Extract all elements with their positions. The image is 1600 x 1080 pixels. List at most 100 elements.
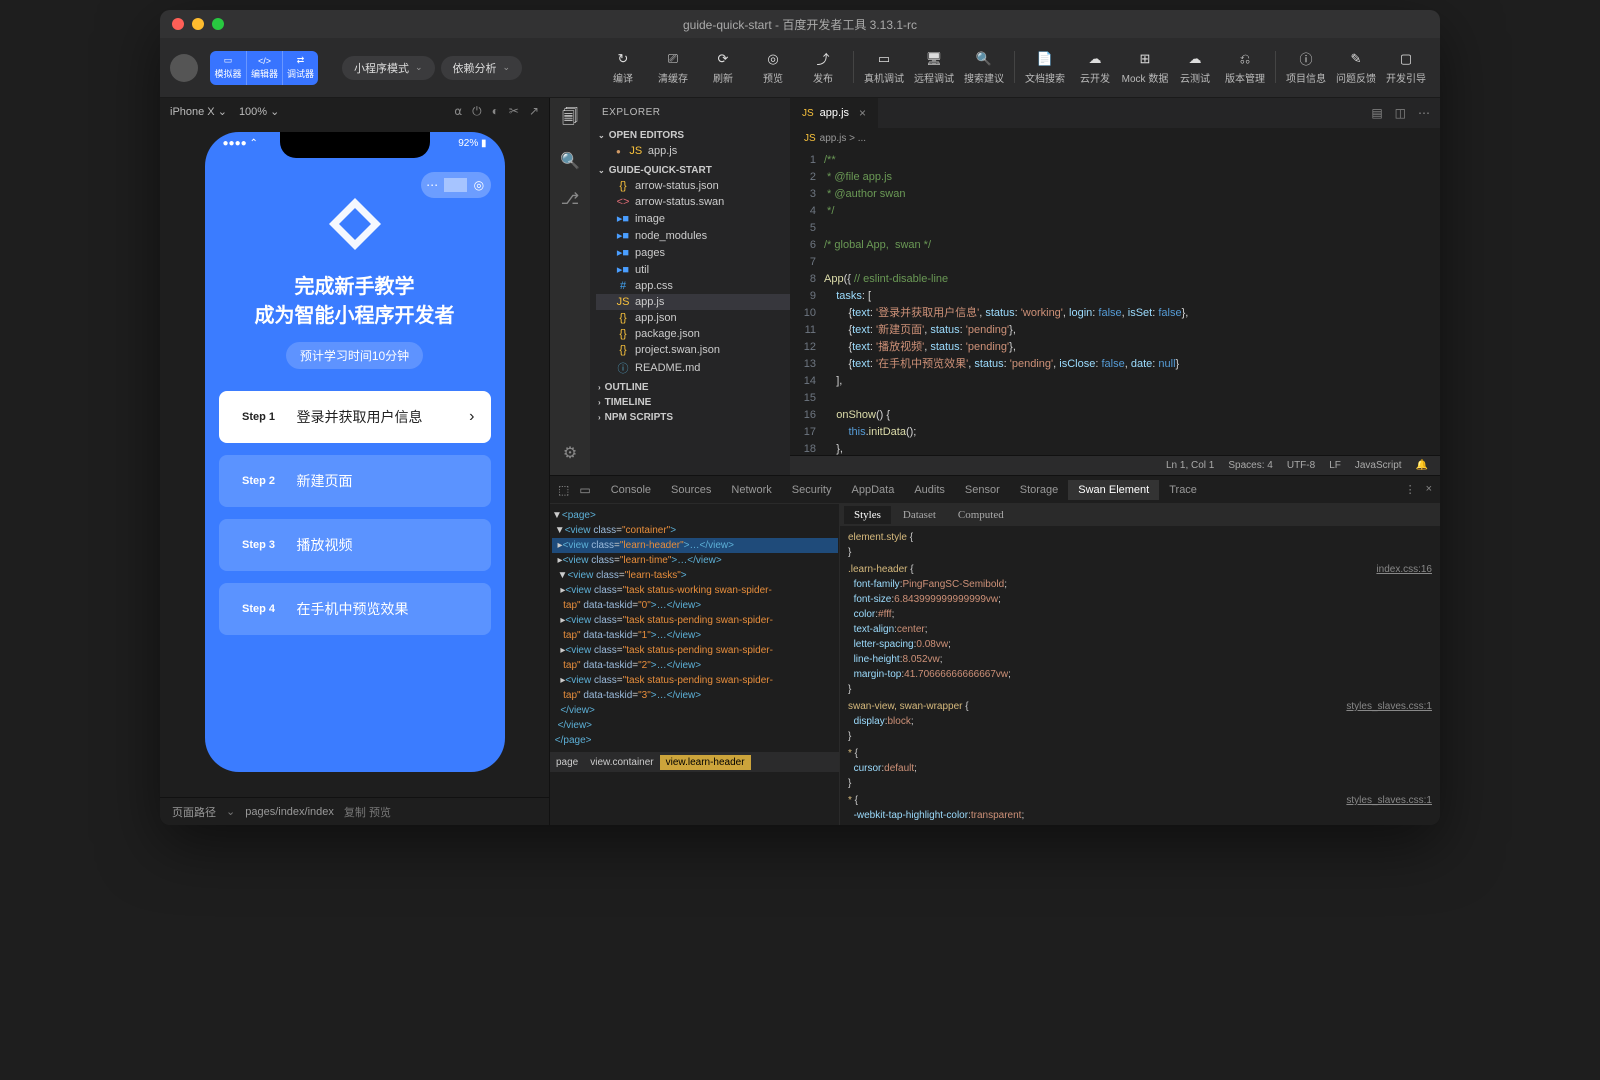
branch-icon[interactable]: ⎇ <box>561 189 579 209</box>
file-tree-item[interactable]: {}package.json <box>596 326 790 342</box>
toolbar-开发引导[interactable]: ▢开发引导 <box>1382 51 1430 85</box>
cursor-pos[interactable]: Ln 1, Col 1 <box>1166 460 1214 471</box>
more-icon[interactable]: ⋯ <box>1418 106 1430 120</box>
close-icon[interactable]: × <box>1426 483 1432 496</box>
toolbar-编译[interactable]: ↻编译 <box>599 51 647 85</box>
styles-pane: StylesDatasetComputed element.style {}.l… <box>840 504 1440 825</box>
step-item[interactable]: Step 4在手机中预览效果 <box>219 583 491 635</box>
more-icon[interactable]: ⋮ <box>1405 483 1416 496</box>
simulator-toggle[interactable]: ▭模拟器 <box>210 51 246 85</box>
device-select[interactable]: iPhone X ⌄ <box>170 105 227 118</box>
dom-crumb[interactable]: page <box>550 755 584 770</box>
lang[interactable]: JavaScript <box>1355 460 1402 471</box>
panel-tab-sensor[interactable]: Sensor <box>955 480 1010 500</box>
dom-tree[interactable]: ▼<page> ▼<view class="container"> ▸<view… <box>550 504 840 752</box>
close-icon[interactable]: × <box>859 106 866 120</box>
tab-appjs[interactable]: JSapp.js× <box>790 98 879 128</box>
file-tree-item[interactable]: {}project.swan.json <box>596 342 790 358</box>
cut-icon[interactable]: ✂ <box>509 104 519 119</box>
outline-section[interactable]: ›OUTLINE <box>590 380 790 395</box>
gear-icon[interactable]: ⚙ <box>563 443 577 463</box>
styles-body[interactable]: element.style {}.learn-header {index.css… <box>840 526 1440 825</box>
toolbar-远程调试[interactable]: 🖥远程调试 <box>910 51 958 85</box>
toolbar-项目信息[interactable]: ⓘ项目信息 <box>1282 51 1330 85</box>
toolbar-搜索建议[interactable]: 🔍搜索建议 <box>960 51 1008 85</box>
file-tree-item[interactable]: ⓘREADME.md <box>596 358 790 378</box>
panel-tab-security[interactable]: Security <box>782 480 842 500</box>
dom-crumb[interactable]: view.container <box>584 755 659 770</box>
style-tab-dataset[interactable]: Dataset <box>893 506 946 524</box>
style-tab-computed[interactable]: Computed <box>948 506 1014 524</box>
zoom-select[interactable]: 100% ⌄ <box>239 105 279 118</box>
toolbar-清缓存[interactable]: ⎚清缓存 <box>649 51 697 85</box>
breadcrumb[interactable]: JSapp.js > ... <box>790 128 1440 148</box>
file-tree-item[interactable]: {}arrow-status.json <box>596 178 790 194</box>
panel-tab-appdata[interactable]: AppData <box>842 480 905 500</box>
split-icon[interactable]: ▤ <box>1371 106 1382 120</box>
close-target-icon[interactable]: ◎ <box>467 178 490 192</box>
sound-icon[interactable]: ⏻ <box>472 104 482 119</box>
file-tree-item[interactable]: ▸■node_modules <box>596 227 790 244</box>
toolbar-刷新[interactable]: ⟳刷新 <box>699 51 747 85</box>
device-icon[interactable]: ▭ <box>579 483 590 497</box>
dependency-analysis[interactable]: 依赖分析⌄ <box>441 56 523 80</box>
code-editor[interactable]: 12345678910111213141516171819202122 /** … <box>790 148 1440 455</box>
page-path-value[interactable]: pages/index/index <box>245 806 334 818</box>
toolbar-问题反馈[interactable]: ✎问题反馈 <box>1332 51 1380 85</box>
files-icon[interactable]: 🗐 <box>562 106 578 133</box>
panel-tab-sources[interactable]: Sources <box>661 480 721 500</box>
search-icon[interactable]: 🔍 <box>560 151 580 171</box>
toolbar-云开发[interactable]: ☁云开发 <box>1071 51 1119 85</box>
toolbar-文档搜索[interactable]: 📄文档搜索 <box>1021 51 1069 85</box>
step-item[interactable]: Step 3播放视频 <box>219 519 491 571</box>
toolbar-真机调试[interactable]: ▭真机调试 <box>860 51 908 85</box>
file-tree-item[interactable]: JSapp.js <box>596 294 790 310</box>
toolbar-Mock 数据[interactable]: ⊞Mock 数据 <box>1121 51 1169 85</box>
panel-tab-network[interactable]: Network <box>721 480 781 500</box>
eol[interactable]: LF <box>1329 460 1341 471</box>
dom-path[interactable]: pageview.containerview.learn-header <box>550 752 839 772</box>
bell-icon[interactable]: 🔔 <box>1416 460 1428 471</box>
file-tree-item[interactable]: #app.css <box>596 278 790 294</box>
phone-capsule[interactable]: ⋯◎ <box>421 172 491 198</box>
page-path-actions[interactable]: 复制 预览 <box>344 804 391 820</box>
file-tree-item[interactable]: ▸■image <box>596 210 790 227</box>
style-tab-styles[interactable]: Styles <box>844 506 891 524</box>
spaces[interactable]: Spaces: 4 <box>1228 460 1272 471</box>
file-tree-item[interactable]: ▸■pages <box>596 244 790 261</box>
toolbar-发布[interactable]: ⤴发布 <box>799 51 847 85</box>
panel-tab-audits[interactable]: Audits <box>904 480 955 500</box>
menu-icon[interactable]: ⋯ <box>421 178 444 192</box>
rotate-icon[interactable]: ◐ <box>492 104 499 119</box>
more-icon[interactable]: ↗ <box>529 104 539 119</box>
editor-toggle[interactable]: </>编辑器 <box>246 51 282 85</box>
timeline-section[interactable]: ›TIMELINE <box>590 395 790 410</box>
open-editor-item[interactable]: JSapp.js <box>596 143 790 159</box>
style-tabs: StylesDatasetComputed <box>840 504 1440 526</box>
file-tree-item[interactable]: {}app.json <box>596 310 790 326</box>
project-section[interactable]: ⌄GUIDE-QUICK-START <box>590 163 790 178</box>
npm-section[interactable]: ›NPM SCRIPTS <box>590 410 790 425</box>
toolbar-预览[interactable]: ◎预览 <box>749 51 797 85</box>
layout-icon[interactable]: ◫ <box>1395 106 1406 120</box>
user-icon[interactable]: ⍺ <box>454 104 462 119</box>
chevron-down-icon: ⌄ <box>503 62 511 73</box>
toolbar-版本管理[interactable]: ⎌版本管理 <box>1221 51 1269 85</box>
open-editors-section[interactable]: ⌄OPEN EDITORS <box>590 128 790 143</box>
step-item[interactable]: Step 1登录并获取用户信息› <box>219 391 491 443</box>
mode-select[interactable]: 小程序模式⌄ <box>342 56 435 80</box>
panel-tab-storage[interactable]: Storage <box>1010 480 1069 500</box>
panel-tab-trace[interactable]: Trace <box>1159 480 1207 500</box>
debugger-toggle[interactable]: ⇄调试器 <box>282 51 318 85</box>
dom-crumb[interactable]: view.learn-header <box>660 755 751 770</box>
panel-tab-console[interactable]: Console <box>601 480 661 500</box>
chevron-down-icon: ⌄ <box>415 62 423 73</box>
encoding[interactable]: UTF-8 <box>1287 460 1315 471</box>
inspect-icon[interactable]: ⬚ <box>558 483 569 497</box>
avatar[interactable] <box>170 54 198 82</box>
file-tree-item[interactable]: <>arrow-status.swan <box>596 194 790 210</box>
panel-tab-swan-element[interactable]: Swan Element <box>1068 480 1159 500</box>
step-item[interactable]: Step 2新建页面 <box>219 455 491 507</box>
file-tree-item[interactable]: ▸■util <box>596 261 790 278</box>
toolbar-云测试[interactable]: ☁云测试 <box>1171 51 1219 85</box>
